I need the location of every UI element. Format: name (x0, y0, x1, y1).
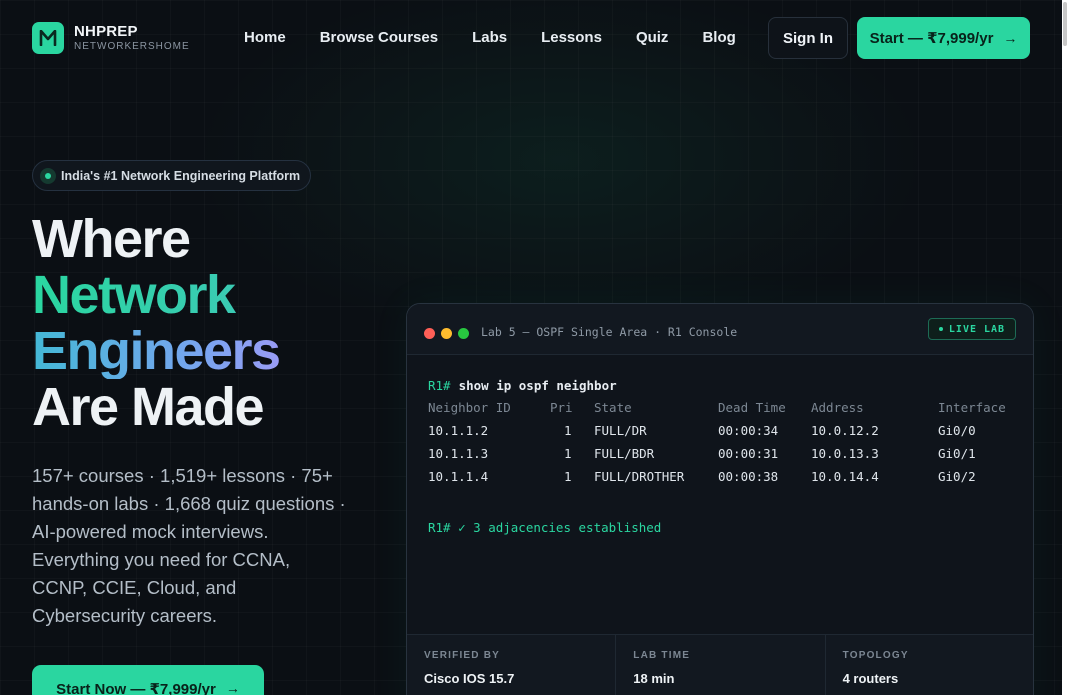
table-cell: 10.1.1.2 (428, 423, 489, 438)
console-title: Lab 5 — OSPF Single Area · R1 Console (481, 325, 738, 339)
nav-link-quiz[interactable]: Quiz (636, 29, 669, 46)
live-dot-icon (938, 327, 943, 331)
meta-label: TOPOLOGY (842, 650, 909, 661)
column-header: State (594, 400, 632, 415)
table-cell: FULL/BDR (594, 446, 655, 461)
column-header: Interface (938, 400, 1006, 415)
start-subscription-label: Start — ₹7,999/yr (869, 30, 994, 47)
headline-line-4: Are Made (32, 377, 265, 437)
meta-value: 18 min (633, 671, 675, 686)
neighbor-table-header: Neighbor ID Pri State Dead Time Address … (428, 400, 1028, 423)
lab-console-card: Lab 5 — OSPF Single Area · R1 Console LI… (406, 303, 1034, 695)
column-header: Dead Time (718, 400, 786, 415)
brand-logo[interactable]: NHPREP NETWORKERSHOME (32, 22, 190, 54)
nav-link-browse-courses[interactable]: Browse Courses (320, 29, 438, 46)
console-output: R1# show ip ospf neighbor Neighbor ID Pri… (428, 378, 1028, 535)
scrollbar-thumb[interactable] (1063, 2, 1067, 46)
status-dot-icon (40, 167, 56, 184)
top-navbar: NHPREP NETWORKERSHOME Home Browse Course… (0, 0, 1062, 78)
table-row: 10.1.1.4 1 FULL/DROTHER 00:00:38 10.0.14… (428, 469, 1028, 492)
start-subscription-button[interactable]: Start — ₹7,999/yr → (857, 17, 1030, 59)
adjacency-result: R1# ✓ 3 adjacencies established (428, 520, 662, 535)
table-cell: Gi0/1 (938, 446, 976, 461)
meta-label: VERIFIED BY (424, 650, 500, 661)
table-cell: 1 (564, 423, 572, 438)
sign-in-label: Sign In (783, 29, 833, 47)
column-header: Pri (550, 400, 573, 415)
headline-line-1: Where (32, 209, 191, 269)
platform-badge: India's #1 Network Engineering Platform (32, 160, 311, 191)
lab-meta-verified: VERIFIED BY Cisco IOS 15.7 (407, 635, 617, 695)
column-header: Address (811, 400, 864, 415)
command-text: show ip ospf neighbor (458, 378, 617, 393)
arrow-right-icon: → (225, 680, 240, 695)
table-cell: 1 (564, 469, 572, 484)
brand-name: NHPREP (74, 23, 138, 40)
logo-mark-icon (32, 22, 64, 54)
headline-line-3: Engineers (32, 321, 281, 381)
nav-link-home[interactable]: Home (244, 29, 286, 46)
minimize-dot-icon (441, 328, 452, 339)
close-dot-icon (424, 328, 435, 339)
arrow-right-icon: → (1003, 30, 1018, 46)
start-now-label: Start Now — ₹7,999/yr (56, 681, 216, 695)
table-cell: 10.1.1.4 (428, 469, 489, 484)
live-lab-label: LIVE LAB (948, 323, 1006, 335)
live-lab-badge: LIVE LAB (928, 318, 1016, 340)
meta-value: Cisco IOS 15.7 (424, 671, 515, 686)
platform-badge-text: India's #1 Network Engineering Platform (61, 168, 301, 183)
window-controls (424, 328, 475, 339)
hero-headline: Where Network Engineers Are Made (32, 209, 281, 437)
lab-meta-time: LAB TIME 18 min (616, 635, 826, 695)
router-prompt: R1# (428, 378, 451, 393)
main-nav: Home Browse Courses Labs Lessons Quiz Bl… (244, 29, 770, 46)
lab-meta-topology: TOPOLOGY 4 routers (826, 635, 1033, 695)
command-line: R1# show ip ospf neighbor (428, 378, 1028, 400)
start-now-button[interactable]: Start Now — ₹7,999/yr → (32, 665, 264, 695)
sign-in-button[interactable]: Sign In (768, 17, 848, 59)
table-cell: FULL/DROTHER (594, 469, 685, 484)
nav-link-blog[interactable]: Blog (702, 29, 735, 46)
brand-tagline: NETWORKERSHOME (74, 41, 190, 52)
page-scrollbar[interactable] (1062, 0, 1068, 695)
console-titlebar: Lab 5 — OSPF Single Area · R1 Console LI… (407, 304, 1033, 355)
table-cell: 10.1.1.3 (428, 446, 489, 461)
table-cell: 00:00:34 (718, 423, 779, 438)
table-cell: 00:00:38 (718, 469, 779, 484)
table-cell: FULL/DR (594, 423, 647, 438)
table-cell: 10.0.13.3 (811, 446, 879, 461)
table-row: 10.1.1.3 1 FULL/BDR 00:00:31 10.0.13.3 G… (428, 446, 1028, 469)
table-row: 10.1.1.2 1 FULL/DR 00:00:34 10.0.12.2 Gi… (428, 423, 1028, 446)
table-cell: 10.0.14.4 (811, 469, 879, 484)
meta-label: LAB TIME (633, 650, 691, 661)
column-header: Neighbor ID (428, 400, 511, 415)
lab-meta-footer: VERIFIED BY Cisco IOS 15.7 LAB TIME 18 m… (407, 634, 1033, 695)
table-cell: Gi0/2 (938, 469, 976, 484)
table-cell: Gi0/0 (938, 423, 976, 438)
hero-description: 157+ courses · 1,519+ lessons · 75+ hand… (32, 465, 346, 626)
table-cell: 1 (564, 446, 572, 461)
table-cell: 10.0.12.2 (811, 423, 879, 438)
headline-line-2: Network (32, 267, 280, 323)
page: NHPREP NETWORKERSHOME Home Browse Course… (0, 0, 1068, 695)
maximize-dot-icon (458, 328, 469, 339)
nav-link-lessons[interactable]: Lessons (541, 29, 602, 46)
meta-value: 4 routers (842, 671, 899, 686)
nav-link-labs[interactable]: Labs (472, 29, 507, 46)
table-cell: 00:00:31 (718, 446, 779, 461)
